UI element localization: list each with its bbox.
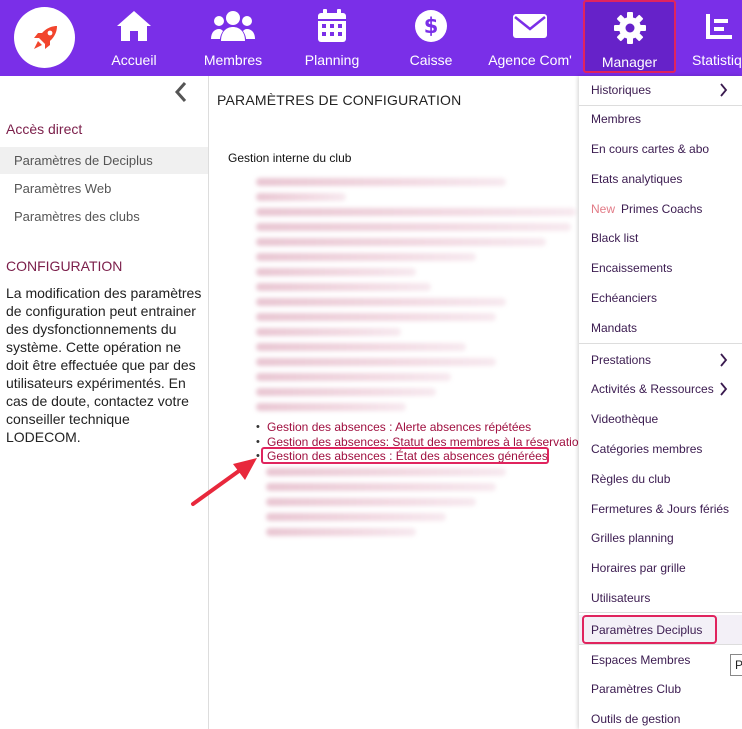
- chevron-left-icon: [174, 82, 187, 102]
- nav-membres[interactable]: Membres: [196, 0, 270, 76]
- menu-item-historiques[interactable]: Historiques: [579, 76, 742, 104]
- left-sidebar: Accès direct Paramètres de Deciplus Para…: [0, 76, 209, 729]
- nav-label-accueil: Accueil: [111, 52, 157, 68]
- link-alerte-absences[interactable]: Gestion des absences : Alerte absences r…: [256, 420, 585, 434]
- nav-label-statistiques: Statistiq: [692, 52, 742, 68]
- nav-accueil[interactable]: Accueil: [96, 0, 172, 76]
- envelope-icon: [513, 14, 547, 38]
- menu-item-horaires-grille[interactable]: Horaires par grille: [579, 554, 742, 582]
- menu-item-regles-club[interactable]: Règles du club: [579, 465, 742, 493]
- app-logo[interactable]: [14, 7, 75, 68]
- stats-icon: [706, 14, 732, 39]
- nav-label-agence-com: Agence Com': [488, 52, 572, 68]
- menu-item-mandats[interactable]: Mandats: [579, 314, 742, 342]
- chevron-right-icon: [720, 353, 728, 367]
- menu-item-utilisateurs[interactable]: Utilisateurs: [579, 584, 742, 612]
- link-highlight-box: [261, 447, 549, 464]
- nav-label-caisse: Caisse: [409, 52, 453, 68]
- home-icon: [117, 11, 151, 41]
- red-arrow-annotation: [191, 458, 257, 506]
- gear-icon: [613, 12, 646, 44]
- configuration-warning-text: La modification des paramètres de config…: [6, 285, 202, 445]
- chevron-right-icon: [720, 382, 728, 396]
- nav-caisse[interactable]: $ Caisse: [396, 0, 466, 76]
- new-badge: New: [591, 202, 616, 216]
- menu-highlight-box: [582, 615, 717, 644]
- menu-item-outils-gestion[interactable]: Outils de gestion: [579, 705, 742, 729]
- sidebar-link-parametres-deciplus[interactable]: Paramètres de Deciplus: [0, 147, 208, 174]
- menu-item-categories-membres[interactable]: Catégories membres: [579, 435, 742, 463]
- chevron-right-icon: [720, 83, 728, 97]
- calendar-icon: [318, 9, 346, 42]
- section-title: Gestion interne du club: [228, 151, 352, 165]
- nav-manager[interactable]: Manager: [583, 0, 676, 73]
- dollar-icon: $: [415, 10, 447, 42]
- sidebar-link-parametres-clubs[interactable]: Paramètres des clubs: [0, 203, 208, 230]
- menu-item-parametres-club[interactable]: Paramètres Club: [579, 675, 742, 703]
- sidebar-link-parametres-web[interactable]: Paramètres Web: [0, 175, 208, 202]
- nav-agence-com[interactable]: Agence Com': [487, 0, 573, 76]
- menu-item-encaissements[interactable]: Encaissements: [579, 254, 742, 282]
- nav-statistiques[interactable]: Statistiq: [692, 0, 742, 76]
- menu-item-black-list[interactable]: Black list: [579, 224, 742, 252]
- menu-item-etats-analytiques[interactable]: Etats analytiques: [579, 165, 742, 193]
- menu-item-primes-coachs[interactable]: New Primes Coachs: [579, 195, 742, 223]
- sidebar-collapse-button[interactable]: [170, 80, 192, 104]
- nav-planning[interactable]: Planning: [296, 0, 368, 76]
- nav-label-membres: Membres: [203, 52, 263, 68]
- blurred-link-list: [256, 178, 576, 418]
- nav-label-manager: Manager: [601, 54, 658, 70]
- menu-item-activites-ressources[interactable]: Activités & Ressources: [579, 375, 742, 403]
- menu-item-echeanciers[interactable]: Echéanciers: [579, 284, 742, 312]
- menu-item-prestations[interactable]: Prestations: [579, 346, 742, 374]
- page-title: PARAMÈTRES DE CONFIGURATION: [217, 92, 462, 108]
- menu-item-en-cours-cartes[interactable]: En cours cartes & abo: [579, 135, 742, 163]
- top-nav-bar: Accueil Membres Planning $ Caisse Agence…: [0, 0, 742, 76]
- nav-label-planning: Planning: [304, 52, 360, 68]
- svg-text:$: $: [424, 14, 439, 38]
- menu-item-videotheque[interactable]: Videothèque: [579, 405, 742, 433]
- direct-access-title: Accès direct: [6, 121, 83, 137]
- menu-item-espaces-membres[interactable]: Espaces Membres: [579, 646, 742, 674]
- menu-item-fermetures[interactable]: Fermetures & Jours fériés: [579, 495, 742, 523]
- blurred-link-list-bottom: [266, 468, 526, 543]
- rocket-icon: [33, 25, 57, 49]
- menu-item-membres[interactable]: Membres: [579, 105, 742, 133]
- menu-item-grilles-planning[interactable]: Grilles planning: [579, 524, 742, 552]
- tooltip-fragment: P: [730, 654, 742, 676]
- users-icon: [211, 11, 255, 41]
- configuration-title: CONFIGURATION: [6, 258, 123, 274]
